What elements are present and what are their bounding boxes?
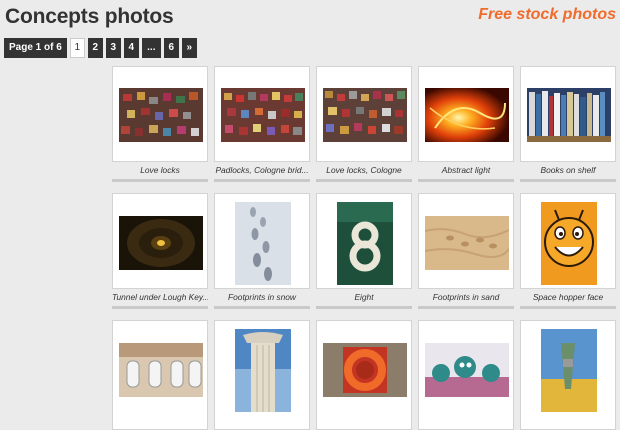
photo-caption[interactable]: Footprints in sand (418, 292, 514, 302)
photo-caption[interactable]: Tunnel under Lough Key... (112, 292, 208, 302)
photo-card-padlocks[interactable] (214, 66, 310, 162)
photo-thumbnail[interactable] (119, 343, 203, 397)
photo-card-toys[interactable] (418, 320, 514, 430)
photo-card-column[interactable] (214, 320, 310, 430)
photo-card-peg[interactable] (520, 320, 616, 430)
photo-thumbnail[interactable] (541, 202, 597, 285)
photo-card-shadow (520, 306, 616, 309)
photo-thumbnail[interactable] (235, 202, 291, 285)
photo-card-tunnel[interactable] (112, 193, 208, 289)
photo-card-shadow (214, 306, 310, 309)
photo-caption[interactable]: Eight (316, 292, 412, 302)
page-link-3[interactable]: 3 (105, 38, 121, 58)
photo-thumbnail[interactable] (527, 88, 611, 142)
photo-card-shadow (520, 179, 616, 182)
photo-card-urinals[interactable] (112, 320, 208, 430)
photo-thumbnail[interactable] (119, 88, 203, 142)
next-page-button[interactable]: » (181, 38, 197, 58)
photo-caption[interactable]: Love locks, Cologne (316, 165, 412, 175)
photo-card-books[interactable] (520, 66, 616, 162)
page-title: Concepts photos (5, 5, 174, 28)
page-ellipsis: ... (141, 38, 161, 58)
photo-caption[interactable]: Books on shelf (520, 165, 616, 175)
pagination: Page 1 of 6 1 2 3 4 ... 6 » (4, 38, 197, 58)
page-link-4[interactable]: 4 (123, 38, 139, 58)
photo-thumbnail[interactable] (425, 216, 509, 270)
photo-card-love-locks-cologne[interactable] (316, 66, 412, 162)
photo-thumbnail[interactable] (235, 329, 291, 412)
photo-card-shadow (112, 179, 208, 182)
photo-card-shadow (316, 306, 412, 309)
photo-card-lifebuoy[interactable] (316, 320, 412, 430)
page-info: Page 1 of 6 (4, 38, 67, 58)
photo-thumbnail[interactable] (323, 88, 407, 142)
photo-caption[interactable]: Footprints in snow (214, 292, 310, 302)
photo-thumbnail[interactable] (221, 88, 305, 142)
photo-card-shadow (316, 179, 412, 182)
photo-card-eight[interactable] (316, 193, 412, 289)
photo-caption[interactable]: Love locks (112, 165, 208, 175)
photo-card-abstract-light[interactable] (418, 66, 514, 162)
page-link-2[interactable]: 2 (87, 38, 103, 58)
page-link-6[interactable]: 6 (163, 38, 179, 58)
photo-caption[interactable]: Padlocks, Cologne brid... (214, 165, 310, 175)
photo-thumbnail[interactable] (541, 329, 597, 412)
photo-card-footprints-sand[interactable] (418, 193, 514, 289)
photo-thumbnail[interactable] (323, 343, 407, 397)
photo-card-shadow (418, 306, 514, 309)
photo-card-shadow (418, 179, 514, 182)
photo-thumbnail[interactable] (425, 343, 509, 397)
photo-card-shadow (214, 179, 310, 182)
photo-card-shadow (112, 306, 208, 309)
page-link-1[interactable]: 1 (69, 38, 85, 58)
photo-caption[interactable]: Abstract light (418, 165, 514, 175)
photo-card-space-hopper[interactable] (520, 193, 616, 289)
photo-caption[interactable]: Space hopper face (520, 292, 616, 302)
photo-card-footprints-snow[interactable] (214, 193, 310, 289)
photo-thumbnail[interactable] (337, 202, 393, 285)
photo-card-love-locks[interactable] (112, 66, 208, 162)
brand-link[interactable]: Free stock photos (478, 6, 616, 24)
photo-thumbnail[interactable] (425, 88, 509, 142)
photo-thumbnail[interactable] (119, 216, 203, 270)
